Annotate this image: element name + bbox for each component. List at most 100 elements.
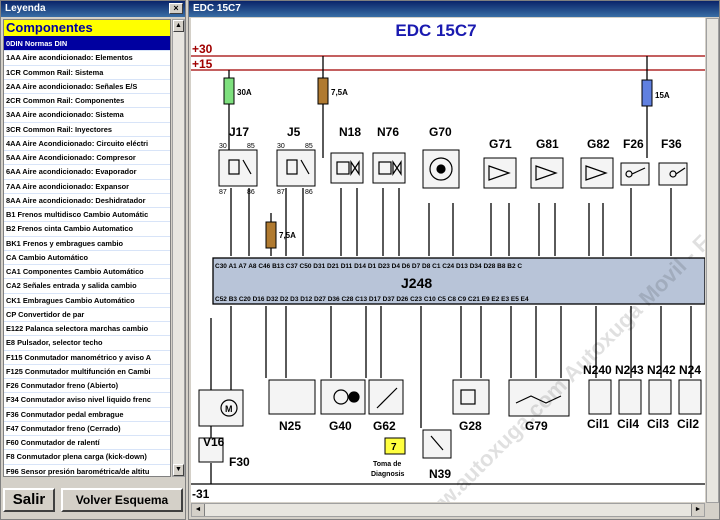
list-item[interactable]: CK1 Embragues Cambio Automático xyxy=(4,294,170,308)
cil2-label: Cil2 xyxy=(677,417,699,431)
list-item[interactable]: B1 Frenos multidisco Cambio Automátic xyxy=(4,208,170,223)
legend-scrollbar[interactable]: ▲ ▼ xyxy=(172,19,185,477)
fuse-15a-label: 15A xyxy=(655,91,670,100)
close-icon[interactable]: × xyxy=(169,3,183,14)
list-item[interactable]: F125 Conmutador multifunción en Cambi xyxy=(4,365,170,379)
valve-n76[interactable] xyxy=(372,152,406,184)
scroll-left-icon[interactable]: ◄ xyxy=(192,504,205,516)
diagram-window-title: EDC 15C7 xyxy=(193,3,241,14)
ecu-pins-top: C30 A1 A7 A8 C46 B13 C37 C50 D31 D21 D11… xyxy=(215,263,522,270)
fuse-7-5a-ecu xyxy=(265,221,277,249)
list-header: Componentes xyxy=(4,20,170,37)
list-item[interactable]: 1CR Common Rail: Sistema xyxy=(4,66,170,80)
sensor-g62[interactable] xyxy=(368,379,404,415)
list-item[interactable]: 2AA Aire acondicionado: Señales E/S xyxy=(4,80,170,94)
list-item[interactable]: F47 Conmutador freno (Cerrado) xyxy=(4,422,170,436)
diagram-title: EDC 15C7 xyxy=(395,21,476,40)
list-item[interactable]: 4AA Aire Acondicionado: Circuito eléctri xyxy=(4,137,170,151)
wiring-diagram-canvas[interactable]: EDC 15C7 +30 +15 -31 30A 7,5A 15A 7,5A J… xyxy=(191,18,705,502)
v16-label: V16 xyxy=(203,435,225,449)
j5-pin-30: 30 xyxy=(277,143,285,150)
scroll-right-icon[interactable]: ► xyxy=(691,504,704,516)
injector-n240[interactable] xyxy=(588,379,612,415)
fuse-30a-label: 30A xyxy=(237,88,252,97)
list-item[interactable]: F115 Conmutador manométrico y aviso A xyxy=(4,351,170,365)
g82-label: G82 xyxy=(587,137,610,151)
back-to-diagram-button[interactable]: Volver Esquema xyxy=(61,488,183,512)
list-item[interactable]: F36 Conmutador pedal embrague xyxy=(4,408,170,422)
cil4-label: Cil4 xyxy=(617,417,639,431)
list-item[interactable]: 3CR Common Rail: Inyectores xyxy=(4,123,170,137)
n24-label: N24 xyxy=(679,363,701,377)
f36-label: F36 xyxy=(661,137,682,151)
exit-button[interactable]: Salir xyxy=(3,488,55,512)
list-item[interactable]: 1AA Aire acondicionado: Elementos xyxy=(4,51,170,66)
injector-n243[interactable] xyxy=(618,379,642,415)
injector-n242[interactable] xyxy=(648,379,672,415)
list-item[interactable]: E8 Pulsador, selector techo xyxy=(4,336,170,351)
fuse-7-5a-top-label: 7,5A xyxy=(331,88,348,97)
scroll-up-icon[interactable]: ▲ xyxy=(173,20,184,32)
g28-label: G28 xyxy=(459,419,482,433)
ecu-label: J248 xyxy=(401,275,432,291)
list-item[interactable]: 5AA Aire Acondicionado: Compresor xyxy=(4,151,170,166)
j17-pin-85: 85 xyxy=(247,143,255,150)
rail-30-label: +30 xyxy=(192,42,213,56)
list-item[interactable]: F26 Conmutador freno (Abierto) xyxy=(4,379,170,394)
g70-label: G70 xyxy=(429,125,452,139)
sensor-g28[interactable] xyxy=(452,379,490,415)
scroll-down-icon[interactable]: ▼ xyxy=(173,464,184,476)
coil-n39[interactable] xyxy=(422,429,452,459)
list-item[interactable]: 3AA Aire acondicionado: Sistema xyxy=(4,108,170,123)
list-item[interactable]: BK1 Frenos y embragues cambio xyxy=(4,237,170,251)
diag-connector-pin: 7 xyxy=(391,442,397,453)
fuse-7-5a-top xyxy=(317,77,329,105)
list-item[interactable]: CP Convertidor de par xyxy=(4,308,170,322)
fuse-7-5a-ecu-label: 7,5A xyxy=(279,231,296,240)
list-item[interactable]: F60 Conmutador de ralentí xyxy=(4,436,170,451)
list-item[interactable]: F34 Conmutador aviso nivel liquido frenc xyxy=(4,393,170,408)
valve-n18[interactable] xyxy=(330,152,364,184)
j17-pin-87: 87 xyxy=(219,189,227,196)
list-item[interactable]: 6AA Aire acondicionado: Evaporador xyxy=(4,165,170,180)
j17-label: J17 xyxy=(229,125,249,139)
diagram-horizontal-scrollbar[interactable]: ◄ ► xyxy=(191,503,705,517)
j5-pin-85: 85 xyxy=(305,143,313,150)
list-item[interactable]: CA2 Señales entrada y salida cambio xyxy=(4,279,170,294)
n242-label: N242 xyxy=(647,363,676,377)
n243-label: N243 xyxy=(615,363,644,377)
j5-pin-87: 87 xyxy=(277,189,285,196)
legend-window-title: Leyenda xyxy=(5,3,46,14)
list-item[interactable]: 8AA Aire acondicionado: Deshidratador xyxy=(4,194,170,208)
list-item[interactable]: E122 Palanca selectora marchas cambio xyxy=(4,322,170,337)
switch-f36[interactable] xyxy=(658,162,688,186)
f30-label: F30 xyxy=(229,455,250,469)
relay-j17[interactable] xyxy=(218,149,258,187)
cil1-label: Cil1 xyxy=(587,417,609,431)
diag-label-line2: Diagnosis xyxy=(371,471,405,478)
list-item[interactable]: B2 Frenos cinta Cambio Automatico xyxy=(4,222,170,237)
g62-label: G62 xyxy=(373,419,396,433)
list-item[interactable]: 0DIN Normas DIN xyxy=(4,37,170,52)
injector-n24[interactable] xyxy=(678,379,702,415)
list-item[interactable]: F8 Conmutador plena carga (kick-down) xyxy=(4,450,170,465)
j17-pin-30: 30 xyxy=(219,143,227,150)
j5-pin-86: 86 xyxy=(305,189,313,196)
list-item[interactable]: F96 Sensor presión barométrica/de altitu xyxy=(4,465,170,477)
g71-label: G71 xyxy=(489,137,512,151)
diagram-vertical-scrollbar[interactable] xyxy=(706,18,719,503)
g81-label: G81 xyxy=(536,137,559,151)
diagram-titlebar[interactable]: EDC 15C7 xyxy=(189,1,719,17)
list-item[interactable]: CA1 Componentes Cambio Automático xyxy=(4,265,170,280)
list-item[interactable]: CA Cambio Automático xyxy=(4,251,170,265)
legend-titlebar[interactable]: Leyenda × xyxy=(1,1,185,17)
wiring-diagram: EDC 15C7 +30 +15 -31 30A 7,5A 15A 7,5A J… xyxy=(191,21,705,502)
switch-f26[interactable] xyxy=(620,162,650,186)
n18-label: N18 xyxy=(339,125,361,139)
relay-j5[interactable] xyxy=(276,149,316,187)
list-item[interactable]: 2CR Common Rail: Componentes xyxy=(4,94,170,109)
list-item[interactable]: 7AA Aire acondicionado: Expansor xyxy=(4,180,170,194)
valve-n25[interactable] xyxy=(268,379,316,415)
component-list[interactable]: Componentes 0DIN Normas DIN 1AA Aire acon… xyxy=(3,19,171,477)
f26-label: F26 xyxy=(623,137,644,151)
